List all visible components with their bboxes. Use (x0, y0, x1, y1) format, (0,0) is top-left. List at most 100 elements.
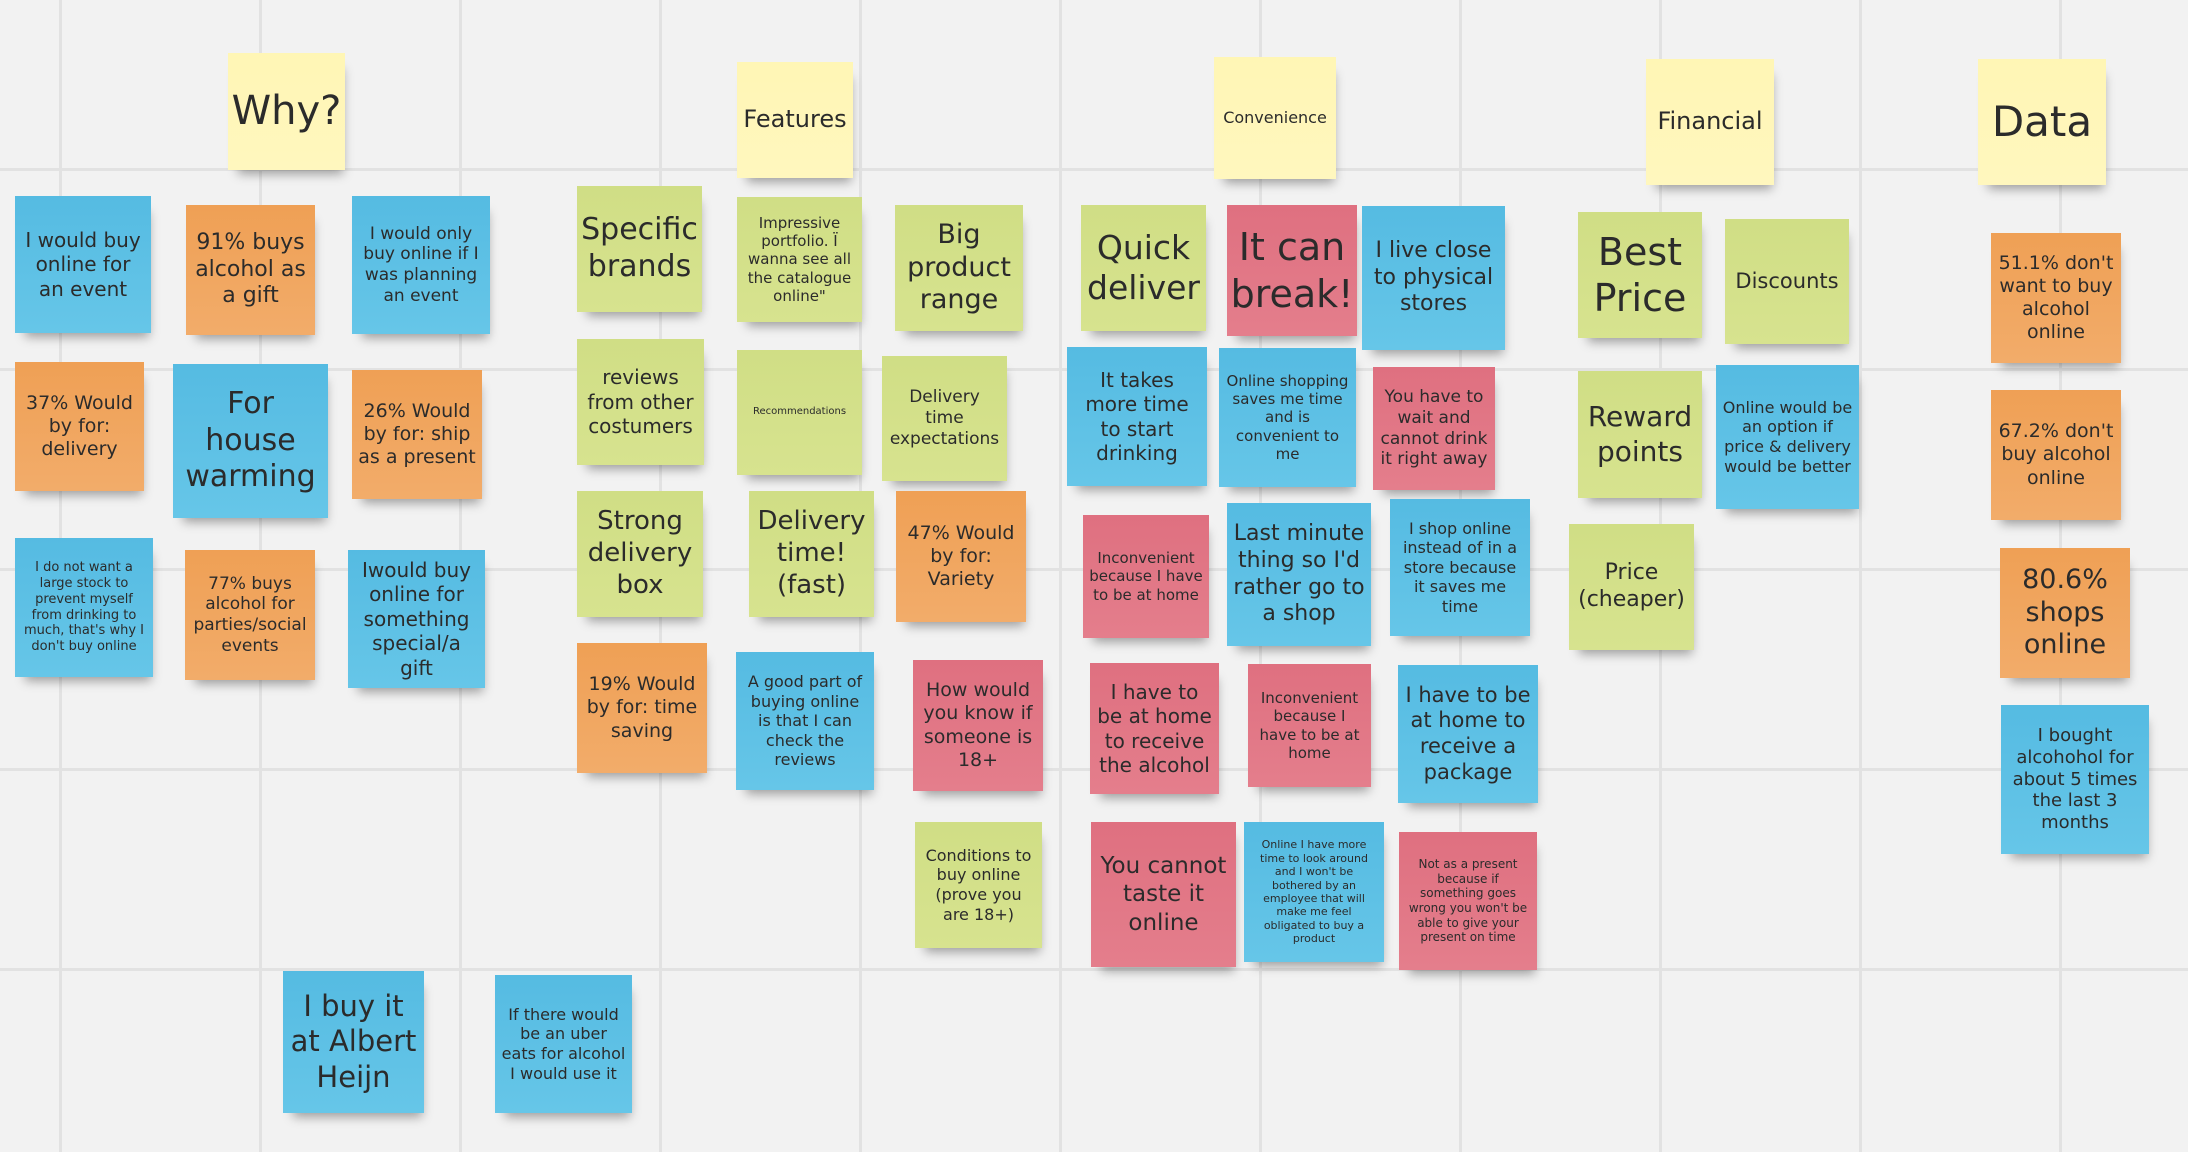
sticky-note[interactable]: Inconvenient because I have to be at hom… (1248, 664, 1371, 787)
sticky-note-text: Specific brands (581, 212, 698, 284)
sticky-note-text: It takes more time to start drinking (1085, 367, 1189, 465)
sticky-note-text: Inconvenient because I have to be at hom… (1259, 688, 1360, 762)
sticky-note-text: A good part of buying online is that I c… (747, 672, 863, 770)
sticky-note[interactable]: Inconvenient because I have to be at hom… (1083, 515, 1209, 638)
sticky-note[interactable]: Quick deliver (1081, 205, 1206, 331)
sticky-note-text: I shop online instead of in a store beca… (1402, 518, 1518, 616)
sticky-note[interactable]: I buy it at Albert Heijn (283, 971, 424, 1113)
sticky-note[interactable]: Specific brands (577, 186, 702, 312)
sticky-note-text: I have to be at home to receive the alco… (1097, 679, 1212, 777)
sticky-note[interactable]: reviews from other costumers (577, 339, 704, 465)
sticky-note-text: Delivery time! (fast) (757, 506, 866, 600)
header-data[interactable]: Data (1978, 59, 2106, 185)
sticky-note[interactable]: If there would be an uber eats for alcoh… (495, 975, 632, 1113)
sticky-note-text: I bought alcohohol for about 5 times the… (2012, 724, 2138, 834)
sticky-note[interactable]: How would you know if someone is 18+ (913, 660, 1043, 791)
sticky-note[interactable]: Online would be an option if price & del… (1716, 365, 1859, 509)
sticky-note[interactable]: You cannot taste it online (1091, 822, 1236, 967)
whiteboard-canvas[interactable]: Why? Features Convenience Financial Data… (0, 0, 2188, 1152)
sticky-note[interactable]: Online shopping saves me time and is con… (1219, 348, 1356, 487)
sticky-note[interactable]: 80.6% shops online (2000, 548, 2130, 678)
sticky-note-text: Reward points (1587, 400, 1693, 468)
sticky-note-text: I would only buy online if I was plannin… (363, 223, 479, 306)
sticky-note-text: Big product range (907, 218, 1011, 316)
sticky-note-text: 37% Would by for: delivery (26, 391, 133, 461)
sticky-note-text: Iwould buy online for something special/… (362, 558, 471, 680)
header-label: Financial (1657, 107, 1763, 136)
sticky-note-text: 91% buys alcohol as a gift (195, 229, 306, 309)
sticky-note[interactable]: Big product range (895, 205, 1023, 331)
sticky-note[interactable]: Impressive portfolio. Ï wanna see all th… (737, 197, 862, 322)
sticky-note[interactable]: A good part of buying online is that I c… (736, 652, 874, 790)
sticky-note-text: 67.2% don't buy alcohol online (1998, 420, 2114, 489)
sticky-note-text: reviews from other costumers (587, 365, 694, 439)
sticky-note-text: You have to wait and cannot drink it rig… (1380, 387, 1488, 470)
sticky-note[interactable]: Delivery time expectations (882, 356, 1007, 481)
sticky-note[interactable]: You have to wait and cannot drink it rig… (1373, 367, 1495, 490)
sticky-note[interactable]: Best Price (1578, 212, 1702, 338)
sticky-note[interactable]: Recommendations (737, 350, 862, 475)
sticky-note-text: Conditions to buy online (prove you are … (925, 845, 1032, 924)
sticky-note-text: If there would be an uber eats for alcoh… (501, 1004, 626, 1083)
sticky-note[interactable]: 51.1% don't want to buy alcohol online (1991, 233, 2121, 363)
sticky-note-text: How would you know if someone is 18+ (923, 679, 1033, 771)
sticky-note-text: Quick deliver (1087, 227, 1200, 307)
sticky-note[interactable]: It can break! (1227, 205, 1357, 336)
header-financial[interactable]: Financial (1646, 59, 1774, 185)
sticky-note-text: I would buy online for an event (25, 227, 141, 301)
sticky-note-text: 19% Would by for: time saving (586, 673, 698, 742)
header-label: Why? (231, 88, 342, 135)
sticky-note[interactable]: I do not want a large stock to prevent m… (15, 538, 153, 677)
sticky-note-text: Online I have more time to look around a… (1260, 838, 1368, 946)
sticky-note[interactable]: 91% buys alcohol as a gift (186, 205, 315, 335)
sticky-note-text: Inconvenient because I have to be at hom… (1089, 549, 1203, 604)
sticky-note[interactable]: I have to be at home to receive the alco… (1090, 663, 1219, 794)
sticky-note[interactable]: Not as a present because if something go… (1399, 832, 1537, 970)
sticky-note[interactable]: Iwould buy online for something special/… (348, 550, 485, 688)
header-label: Features (743, 105, 847, 134)
header-label: Convenience (1223, 108, 1327, 128)
sticky-note-text: 47% Would by for: Variety (907, 521, 1015, 591)
sticky-note[interactable]: I bought alcohohol for about 5 times the… (2001, 705, 2149, 854)
sticky-note[interactable]: I live close to physical stores (1362, 206, 1505, 350)
sticky-note[interactable]: Price (cheaper) (1569, 524, 1694, 650)
sticky-note[interactable]: Strong delivery box (577, 491, 703, 617)
sticky-note-text: I do not want a large stock to prevent m… (24, 559, 144, 655)
header-features[interactable]: Features (737, 62, 853, 178)
sticky-note[interactable]: 37% Would by for: delivery (15, 362, 144, 491)
sticky-note-text: Impressive portfolio. Ï wanna see all th… (747, 213, 852, 305)
sticky-note-text: You cannot taste it online (1100, 853, 1227, 936)
sticky-note[interactable]: I have to be at home to receive a packag… (1398, 665, 1538, 803)
sticky-note-text: I buy it at Albert Heijn (290, 988, 417, 1094)
sticky-note-text: Recommendations (752, 406, 847, 418)
sticky-note[interactable]: It takes more time to start drinking (1067, 347, 1207, 486)
sticky-note[interactable]: Conditions to buy online (prove you are … (915, 822, 1042, 948)
sticky-note[interactable]: Delivery time! (fast) (749, 491, 874, 617)
sticky-note-text: Best Price (1593, 229, 1687, 320)
sticky-note-text: Not as a present because if something go… (1408, 857, 1528, 945)
sticky-note[interactable]: For house warming (173, 364, 328, 518)
sticky-note[interactable]: 19% Would by for: time saving (577, 643, 707, 773)
sticky-note[interactable]: I would only buy online if I was plannin… (352, 196, 490, 334)
sticky-note[interactable]: 47% Would by for: Variety (896, 491, 1026, 622)
sticky-note[interactable]: Last minute thing so I'd rather go to a … (1227, 503, 1371, 646)
sticky-note[interactable]: Online I have more time to look around a… (1244, 822, 1384, 962)
sticky-note-text: Delivery time expectations (889, 387, 1000, 449)
sticky-note-text: Discounts (1735, 268, 1839, 293)
header-why[interactable]: Why? (228, 53, 345, 170)
sticky-note-text: Last minute thing so I'd rather go to a … (1233, 520, 1365, 627)
header-label: Data (1991, 97, 2093, 147)
sticky-note-text: 26% Would by for: ship as a present (358, 399, 476, 469)
sticky-note[interactable]: 26% Would by for: ship as a present (352, 370, 482, 499)
sticky-note-text: Online shopping saves me time and is con… (1226, 371, 1349, 463)
sticky-note-text: 80.6% shops online (2022, 563, 2108, 661)
sticky-note[interactable]: I would buy online for an event (15, 196, 151, 333)
sticky-note[interactable]: 67.2% don't buy alcohol online (1991, 390, 2121, 520)
sticky-note[interactable]: 77% buys alcohol for parties/social even… (185, 550, 315, 680)
sticky-note-text: 51.1% don't want to buy alcohol online (1998, 251, 2114, 344)
header-convenience[interactable]: Convenience (1214, 57, 1336, 179)
sticky-note[interactable]: Reward points (1578, 371, 1702, 498)
sticky-note-text: I have to be at home to receive a packag… (1405, 682, 1531, 784)
sticky-note[interactable]: I shop online instead of in a store beca… (1390, 499, 1530, 636)
sticky-note[interactable]: Discounts (1725, 219, 1849, 344)
